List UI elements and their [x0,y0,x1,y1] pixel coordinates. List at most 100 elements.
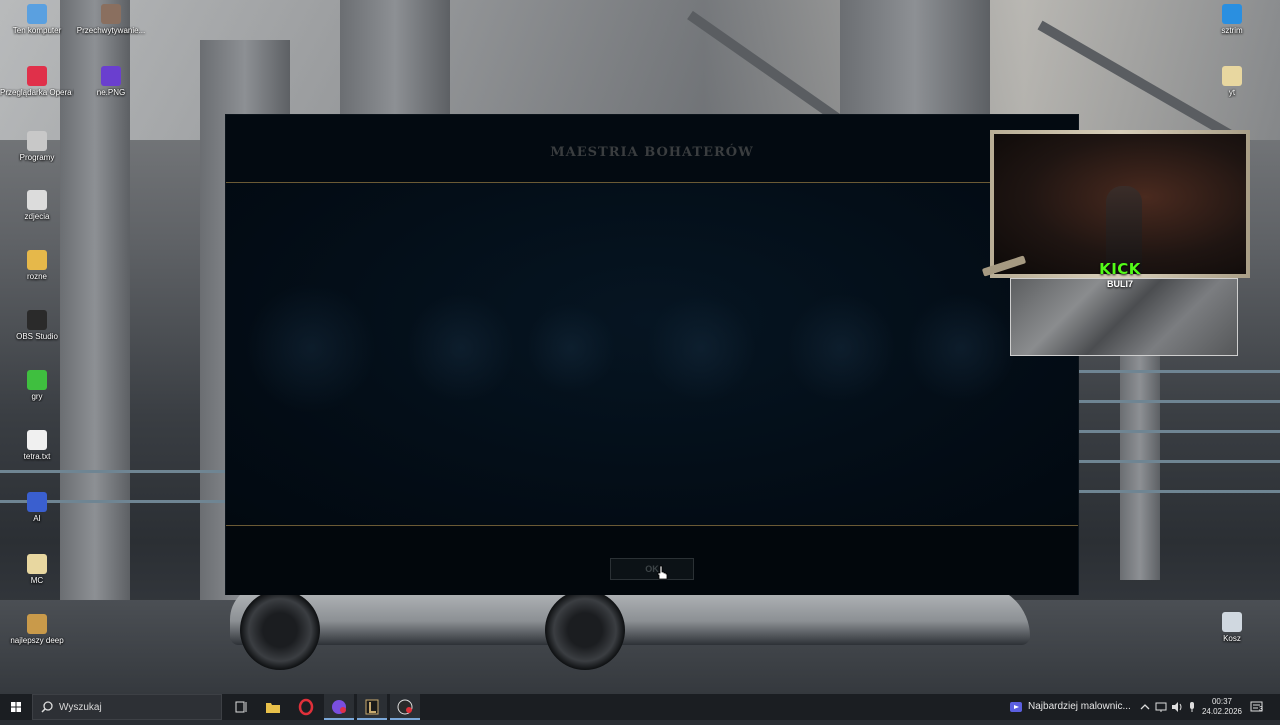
star-folder-icon [27,250,47,270]
opera-icon [298,698,314,716]
desktop-icon-label: tetra.txt [23,452,51,461]
clock-date: 24.02.2026 [1201,707,1243,716]
desktop-icon-label: AI [33,514,41,523]
desktop-icon-yt[interactable]: yt [1195,66,1269,98]
desktop-icon-tetra-txt[interactable]: tetra.txt [0,430,74,462]
action-center-button[interactable]: 3 [1250,700,1264,714]
yt-file-icon [1222,66,1242,86]
desktop-icon-label: ne.PNG [96,88,126,97]
hand-cursor-icon [657,565,668,580]
recycle-bin-icon [1222,612,1242,632]
desktop-icon-przechwytywanie[interactable]: Przechwytywanie... [74,4,148,36]
desktop-icon-label: zdjecia [24,212,50,221]
desktop-icon-label: Ten komputer [12,26,62,35]
tray-notification-text[interactable]: Najbardziej malownic... [1028,701,1131,712]
obs-taskbar-icon [397,699,413,715]
wallpaper-rail [1078,460,1280,463]
ok-button[interactable]: OK [610,558,694,580]
task-view-button[interactable] [226,694,256,720]
volume-icon[interactable] [1171,701,1183,713]
league-client-icon [365,699,379,715]
opera-gx-icon [27,66,47,86]
desktop-icon-label: Programy [19,153,55,162]
desktop-icon-label: MC [30,576,44,585]
notification-count: 3 [1259,706,1263,713]
desktop-icon-mc[interactable]: MC [0,554,74,586]
wallpaper-rail [1078,430,1280,433]
clock-time: 00:37 [1211,697,1233,706]
desktop-icon-rozne[interactable]: rozne [0,250,74,282]
internet-explorer-icon [1222,4,1242,24]
desktop-icon-programy[interactable]: Programy [0,131,74,163]
png-image-icon [101,66,121,86]
modal-footer: OK [226,525,1078,595]
overlay-panel [1010,278,1238,356]
webcam-frame [990,130,1250,278]
modal-header: MAESTRIA BOHATERÓW [226,115,1078,183]
league-client-button[interactable] [357,694,387,720]
wallpaper-pillar [340,0,450,120]
task-view-icon [235,701,247,713]
archive-icon [27,614,47,634]
wallpaper-rail [1078,400,1280,403]
desktop-icon-label: rozne [26,272,47,281]
kick-logo: KICK [1099,260,1141,278]
opera-button[interactable] [291,694,321,720]
windows-icon [11,702,21,712]
desktop-icon-label: gry [31,392,43,401]
desktop-icon-ai[interactable]: AI [0,492,74,524]
camera-icon [27,190,47,210]
modal-title: MAESTRIA BOHATERÓW [550,145,754,160]
desktop-icon-najlepszy-deep[interactable]: najlepszy deep [0,614,74,646]
wallpaper-rail [1078,490,1280,493]
search-placeholder: Wyszukaj [59,702,102,713]
loading-blob [646,293,756,403]
stream-overlay: KICK BULI7 [981,130,1252,356]
file-explorer-button[interactable] [258,694,288,720]
messenger-button[interactable] [324,694,354,720]
network-icon[interactable] [1155,701,1167,713]
desktop-icon-sztrim[interactable]: sztrim [1195,4,1269,36]
desktop-icon-gry[interactable]: gry [0,370,74,402]
desktop-icon-zdjecia[interactable]: zdjecia [0,190,74,222]
tree-icon [27,370,47,390]
wallpaper-rail [0,470,226,473]
desktop-icon-label: OBS Studio [16,332,58,341]
chevron-up-icon[interactable] [1140,702,1150,712]
desktop-icon-ten-komputer[interactable]: Ten komputer [0,4,74,36]
folder-icon [27,554,47,574]
wallpaper-wheel [240,590,320,670]
modal-body [226,183,1078,525]
start-button[interactable] [0,694,32,720]
notification-app-icon [1010,702,1022,712]
ai-file-icon [27,492,47,512]
messenger-icon [332,700,346,714]
desktop-icon-label: Kosz [1223,634,1241,643]
desktop-icon-kosz[interactable]: Kosz [1195,612,1269,644]
wallpaper-pillar [840,0,990,120]
file-explorer-icon [266,703,280,713]
streamer-name: BULI7 [1106,279,1133,289]
taskbar-search[interactable]: Wyszukaj [32,694,222,720]
desktop-icon-przegl-darka-opera-gx[interactable]: Przeglądarka Opera GX [0,66,74,98]
champion-mastery-modal: MAESTRIA BOHATERÓW OK [226,115,1078,595]
obs-taskbar-button[interactable] [390,694,420,720]
microphone-icon[interactable] [1187,701,1197,713]
taskbar: Wyszukaj Najbardziej malownic... 00:37 2… [0,694,1280,720]
wallpaper-wheel [545,590,625,670]
drive-icon [27,131,47,151]
desktop-icon-label: najlepszy deep [10,636,64,645]
desktop-icon-label: sztrim [1221,26,1243,35]
taskbar-clock[interactable]: 00:37 24.02.2026 [1198,697,1246,717]
desktop-icon-label: Przechwytywanie... [76,26,146,35]
loading-blob [526,303,616,393]
desktop-icon-label: Przeglądarka Opera GX [0,88,74,97]
loading-blob [246,283,376,413]
loading-blob [786,293,896,403]
desktop-icon-obs-studio[interactable]: OBS Studio [0,310,74,342]
obs-icon [27,310,47,330]
person-image-icon [101,4,121,24]
webcam-feed [994,134,1246,274]
desktop-icon-ne-png[interactable]: ne.PNG [74,66,148,98]
desktop-icon-label: yt [1228,88,1236,97]
